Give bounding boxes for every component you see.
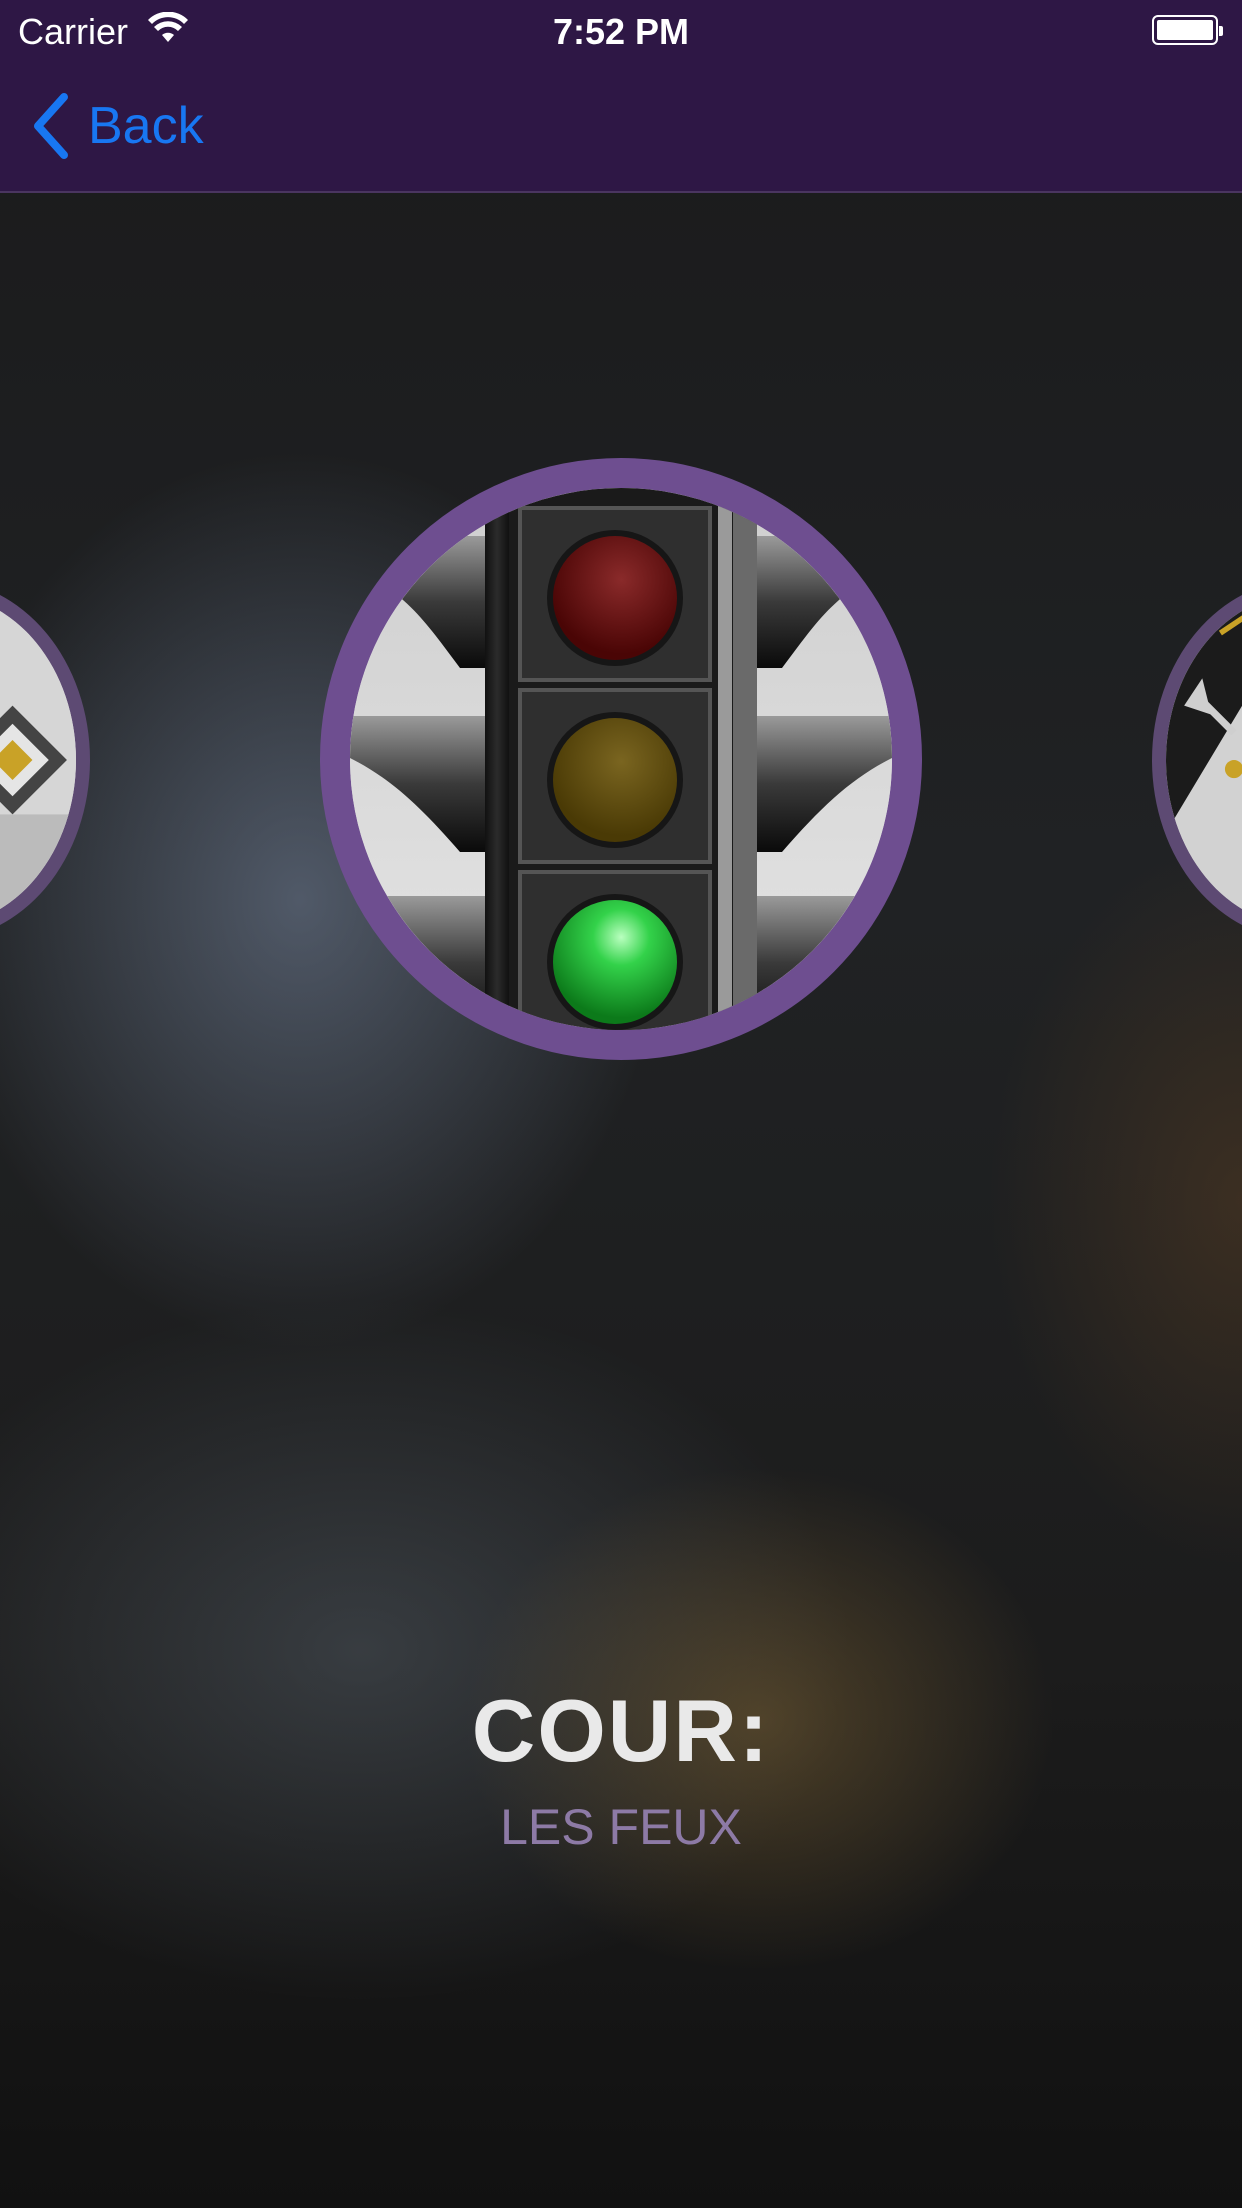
screen: Carrier 7:52 PM Back COUR: LES FEUX — [0, 0, 1242, 2208]
carousel-item-next[interactable] — [1152, 580, 1242, 940]
back-button[interactable]: Back — [30, 88, 204, 164]
status-time: 7:52 PM — [552, 11, 690, 52]
carousel-item-current[interactable] — [320, 458, 922, 1060]
lesson-subtitle: LES FEUX — [500, 1799, 742, 1855]
traffic-light-icon — [350, 488, 892, 1030]
top-bar: Carrier 7:52 PM Back — [0, 0, 1242, 193]
battery-icon — [1152, 15, 1223, 45]
chevron-left-icon — [34, 93, 68, 159]
lesson-title: COUR: — [471, 1681, 771, 1780]
road-arrow-icon — [1166, 596, 1242, 924]
carousel-item-previous[interactable] — [0, 580, 90, 940]
status-bar: Carrier 7:52 PM — [0, 0, 1242, 60]
back-label: Back — [88, 97, 204, 155]
yield-sign-icon — [0, 596, 76, 924]
